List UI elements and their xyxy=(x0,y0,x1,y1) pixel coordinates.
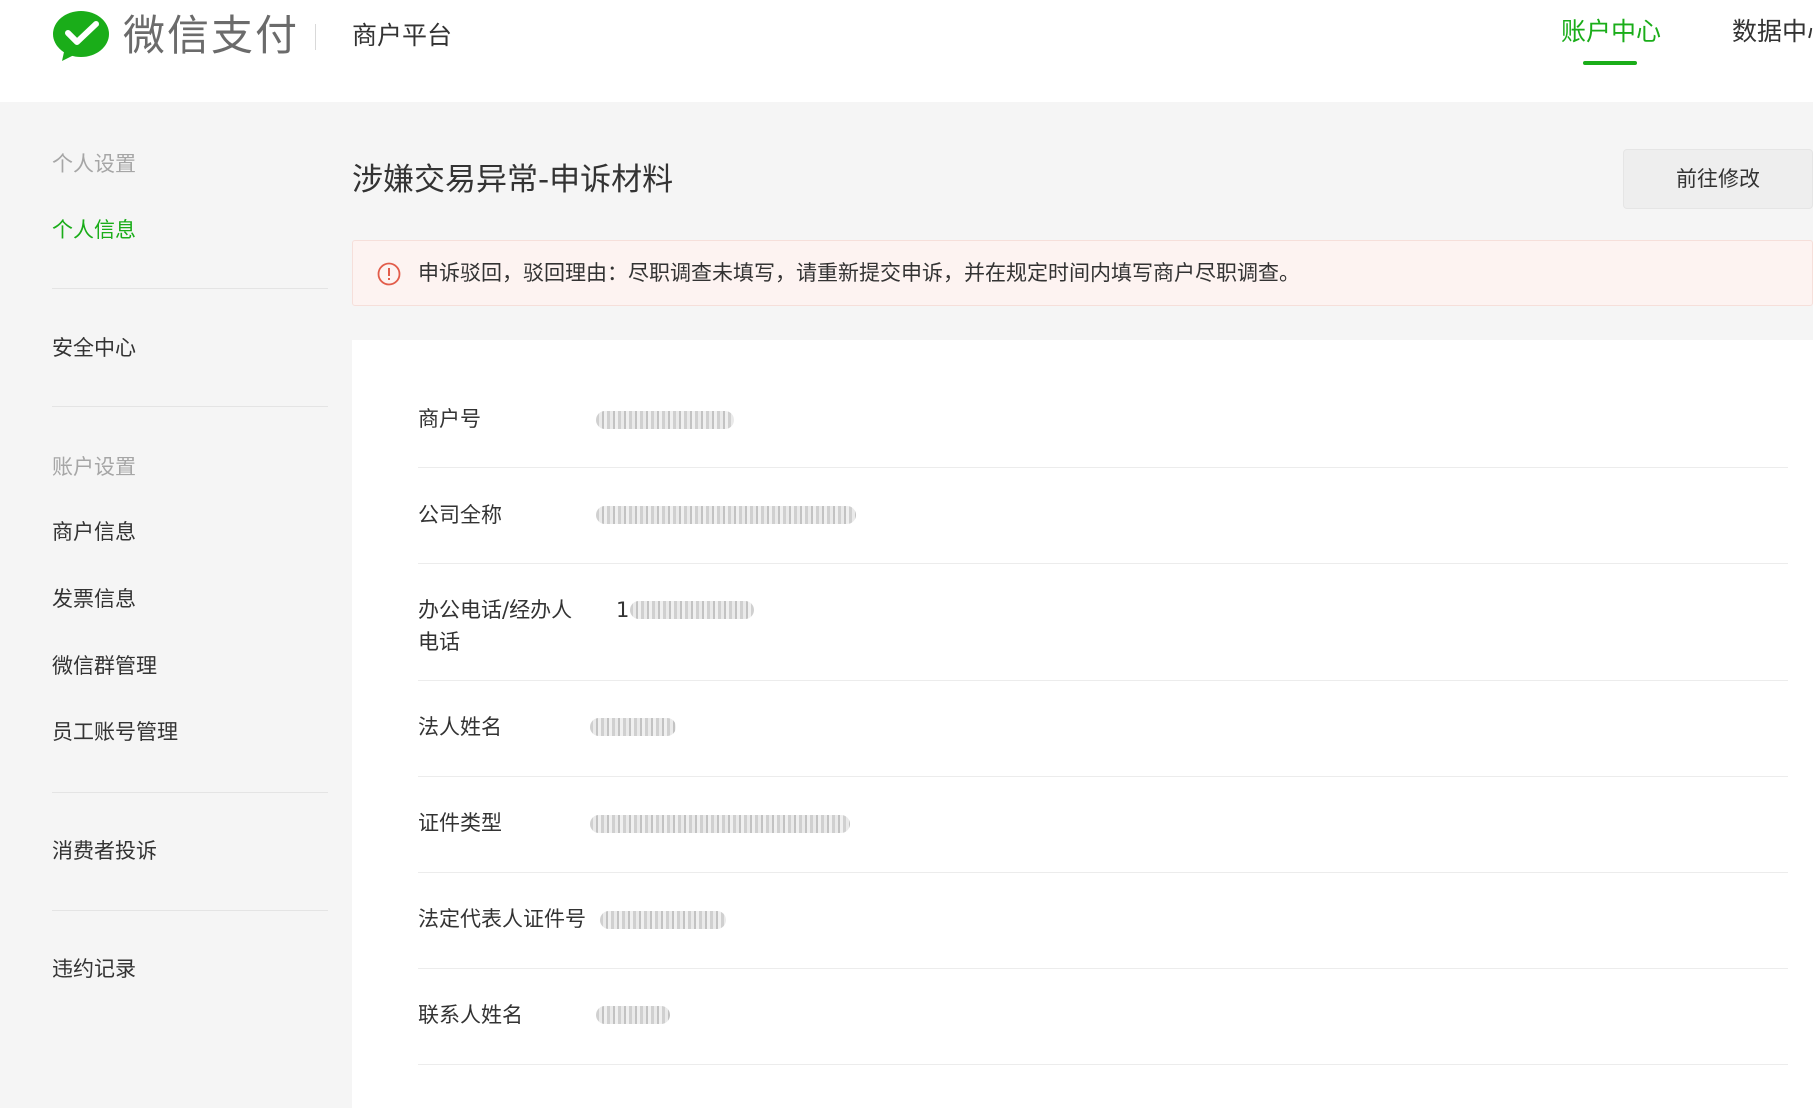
row-divider xyxy=(418,968,1788,969)
sidebar-item-violation-records[interactable]: 违约记录 xyxy=(52,954,136,984)
nav-data-center[interactable]: 数据中心 xyxy=(1732,14,1813,50)
sidebar-item-staff-account-management[interactable]: 员工账号管理 xyxy=(52,717,178,747)
top-header: 微信支付 商户平台 账户中心 数据中心 xyxy=(0,0,1813,102)
platform-name: 商户平台 xyxy=(352,21,453,50)
sidebar-divider xyxy=(52,288,328,289)
field-label: 法定代表人证件号 xyxy=(418,907,586,931)
redacted-value xyxy=(590,815,850,833)
row-divider xyxy=(418,776,1788,777)
brand-name: 微信支付 xyxy=(123,11,300,60)
redacted-value xyxy=(600,911,726,929)
sidebar-group-personal-settings: 个人设置 xyxy=(52,152,136,176)
field-label: 办公电话/经办人 xyxy=(418,598,573,622)
exclamation-circle-icon xyxy=(377,262,401,286)
nav-active-indicator xyxy=(1583,61,1637,65)
rejection-alert: 申诉驳回，驳回理由：尽职调查未填写，请重新提交申诉，并在规定时间内填写商户尽职调… xyxy=(352,240,1813,306)
sidebar-item-merchant-info[interactable]: 商户信息 xyxy=(52,517,136,547)
sidebar-divider xyxy=(52,910,328,911)
field-value: 1 xyxy=(616,598,630,622)
row-divider xyxy=(418,563,1788,564)
nav-account-center[interactable]: 账户中心 xyxy=(1561,14,1661,50)
field-label: 公司全称 xyxy=(418,503,502,527)
appeal-info-card: 商户号 公司全称 办公电话/经办人 电话 1 法人姓名 证件类型 法定代表人证件… xyxy=(352,340,1813,1108)
field-label: 联系人姓名 xyxy=(418,1003,523,1027)
wechat-pay-logo-icon xyxy=(53,11,109,61)
sidebar-item-security-center[interactable]: 安全中心 xyxy=(52,333,136,363)
row-divider xyxy=(418,680,1788,681)
field-label: 商户号 xyxy=(418,407,481,431)
row-divider xyxy=(418,872,1788,873)
row-divider xyxy=(418,467,1788,468)
redacted-value xyxy=(596,1006,670,1024)
field-label-continued: 电话 xyxy=(418,630,460,654)
field-label: 法人姓名 xyxy=(418,715,502,739)
redacted-value xyxy=(596,411,734,429)
field-label: 证件类型 xyxy=(418,811,502,835)
page-title: 涉嫌交易异常-申诉材料 xyxy=(352,162,674,198)
sidebar-item-personal-info[interactable]: 个人信息 xyxy=(52,215,136,245)
header-divider xyxy=(315,24,316,50)
row-divider xyxy=(418,1064,1788,1065)
redacted-value xyxy=(590,718,676,736)
sidebar-divider xyxy=(52,406,328,407)
sidebar-item-wechat-group-management[interactable]: 微信群管理 xyxy=(52,651,157,681)
redacted-value xyxy=(596,506,856,524)
sidebar: 个人设置 个人信息 安全中心 账户设置 商户信息 发票信息 微信群管理 员工账号… xyxy=(0,102,352,1108)
sidebar-item-consumer-complaints[interactable]: 消费者投诉 xyxy=(52,836,157,866)
redacted-value xyxy=(630,601,754,619)
go-edit-button[interactable]: 前往修改 xyxy=(1623,149,1813,209)
sidebar-item-invoice-info[interactable]: 发票信息 xyxy=(52,584,136,614)
sidebar-divider xyxy=(52,792,328,793)
alert-message: 申诉驳回，驳回理由：尽职调查未填写，请重新提交申诉，并在规定时间内填写商户尽职调… xyxy=(418,261,1300,285)
sidebar-group-account-settings: 账户设置 xyxy=(52,455,136,479)
